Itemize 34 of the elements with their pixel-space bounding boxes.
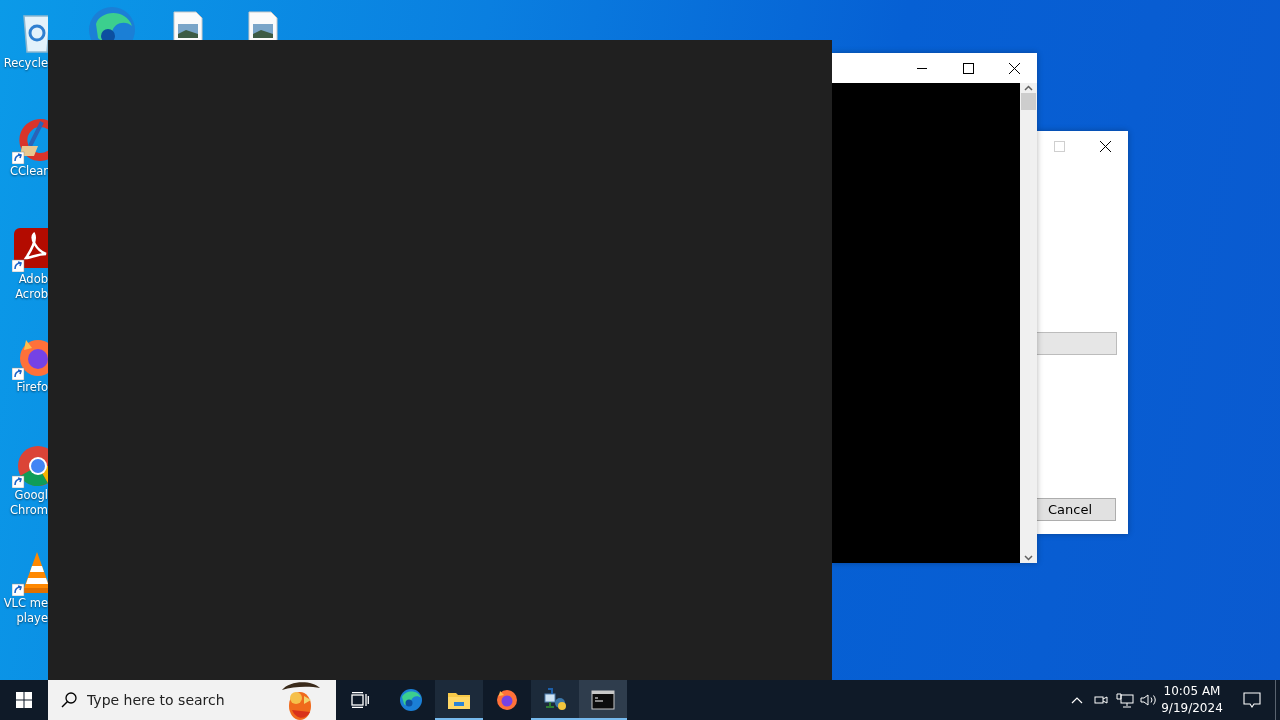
chevron-up-icon[interactable] (1024, 85, 1033, 91)
brush-icon[interactable] (12, 116, 48, 164)
taskbar-app-button[interactable] (579, 680, 627, 720)
icon-label[interactable]: playe (16, 611, 48, 626)
icon-label[interactable]: VLC me (3, 596, 48, 611)
taskbar-app-button[interactable] (435, 680, 483, 720)
search-field[interactable]: Type here to search (87, 689, 267, 711)
maximize-icon (962, 62, 974, 74)
icon-label[interactable]: Googl (14, 488, 48, 503)
icon-label[interactable]: Recycle (3, 56, 48, 71)
close-icon (1008, 62, 1020, 74)
clock-time[interactable]: 10:05 AM (1161, 683, 1223, 700)
scrollbar[interactable] (1020, 83, 1037, 563)
parrot-icon (280, 680, 322, 720)
task-view-icon (351, 692, 369, 708)
windows-logo-icon (16, 692, 32, 708)
icon-label[interactable]: Chrom (9, 503, 48, 518)
fox-globe-icon (495, 688, 519, 712)
maximize-icon (1053, 140, 1065, 152)
cancel-button[interactable]: Cancel (1037, 498, 1116, 521)
taskbar-app-button[interactable] (531, 680, 579, 720)
icon-label[interactable]: Acrob (15, 287, 48, 302)
edge-logo-icon (399, 688, 423, 712)
close-icon (1099, 140, 1111, 152)
search-icon (61, 692, 77, 708)
clock-date[interactable]: 9/19/2024 (1161, 700, 1223, 717)
icon-label[interactable]: Adob (18, 272, 48, 287)
scroll-thumb[interactable] (1021, 93, 1036, 110)
icon-label[interactable]: CClear (9, 164, 48, 179)
computer-snake-icon (543, 688, 567, 712)
chevron-down-icon[interactable] (1024, 555, 1033, 561)
icon-label[interactable]: Firefo (16, 380, 48, 395)
terminal-icon (591, 688, 615, 712)
search-bar[interactable]: Type here to search (48, 680, 336, 720)
